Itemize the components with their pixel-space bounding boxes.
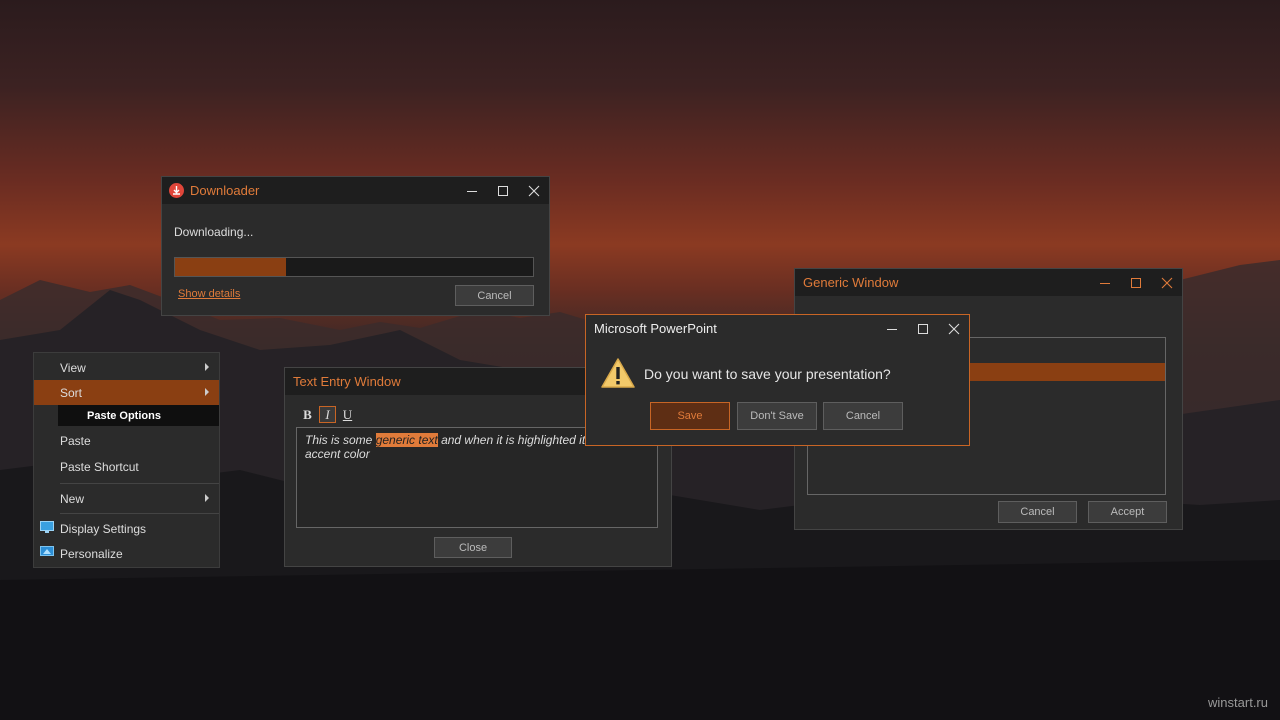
powerpoint-title: Microsoft PowerPoint (594, 321, 717, 336)
close-icon (528, 185, 539, 196)
maximize-icon (1130, 277, 1141, 288)
accept-button[interactable]: Accept (1088, 501, 1167, 523)
menu-item-paste-shortcut[interactable]: Paste Shortcut (34, 453, 219, 481)
close-icon (1161, 277, 1172, 288)
chevron-right-icon (205, 494, 209, 502)
downloader-titlebar[interactable]: Downloader (162, 177, 549, 204)
generic-window-titlebar[interactable]: Generic Window (795, 269, 1182, 296)
underline-button[interactable]: U (339, 406, 356, 423)
save-question-text: Do you want to save your presentation? (644, 366, 891, 382)
menu-item-personalize[interactable]: Personalize (34, 541, 219, 566)
close-icon (948, 323, 959, 334)
save-button[interactable]: Save (650, 402, 730, 430)
generic-cancel-button[interactable]: Cancel (998, 501, 1077, 523)
personalize-icon (40, 546, 54, 556)
show-details-link[interactable]: Show details (178, 288, 240, 300)
dont-save-button[interactable]: Don't Save (737, 402, 817, 430)
menu-item-view[interactable]: View (34, 355, 219, 380)
display-settings-icon (40, 521, 54, 533)
menu-item-paste-label: Paste (60, 433, 91, 448)
watermark: winstart.ru (1208, 695, 1268, 710)
formatting-toolbar: B I U (299, 406, 356, 423)
menu-item-sort[interactable]: Sort (34, 380, 219, 405)
italic-button[interactable]: I (319, 406, 336, 423)
menu-item-new-label: New (60, 491, 85, 506)
download-icon (169, 183, 184, 198)
menu-item-display-settings-label: Display Settings (60, 521, 147, 536)
chevron-right-icon (205, 388, 209, 396)
highlighted-text: generic text (375, 433, 438, 447)
menu-item-personalize-label: Personalize (60, 546, 123, 561)
bold-button[interactable]: B (299, 406, 316, 423)
minimize-button[interactable] (876, 315, 907, 342)
text-entry-title: Text Entry Window (293, 374, 401, 389)
minimize-icon (886, 328, 897, 330)
maximize-button[interactable] (1120, 269, 1151, 296)
generic-window-title: Generic Window (803, 275, 899, 290)
downloader-window: Downloader Downloading... Show details C… (161, 176, 550, 316)
menu-item-new[interactable]: New (34, 486, 219, 511)
maximize-button[interactable] (487, 177, 518, 204)
download-progress-bar (174, 257, 534, 277)
close-button[interactable] (1151, 269, 1182, 296)
cancel-button[interactable]: Cancel (823, 402, 903, 430)
close-button[interactable] (518, 177, 549, 204)
cancel-download-button[interactable]: Cancel (455, 285, 534, 306)
minimize-button[interactable] (1089, 269, 1120, 296)
downloader-title: Downloader (190, 183, 260, 198)
menu-item-paste[interactable]: Paste (34, 428, 219, 453)
download-progress-fill (175, 258, 286, 276)
menu-separator (60, 513, 219, 514)
close-text-entry-button[interactable]: Close (434, 537, 512, 558)
menu-item-paste-shortcut-label: Paste Shortcut (60, 460, 139, 474)
paste-options-header: Paste Options (58, 405, 219, 426)
minimize-icon (466, 190, 477, 192)
minimize-button[interactable] (456, 177, 487, 204)
text-before: This is some (305, 433, 376, 447)
maximize-icon (917, 323, 928, 334)
menu-item-sort-label: Sort (60, 385, 83, 400)
maximize-button[interactable] (907, 315, 938, 342)
paste-options-label: Paste Options (87, 409, 161, 422)
menu-item-display-settings[interactable]: Display Settings (34, 516, 219, 541)
powerpoint-save-dialog: Microsoft PowerPoint Do you want to save… (585, 314, 970, 446)
warning-icon (601, 358, 635, 388)
desktop-context-menu: View Sort Paste Options Paste Paste Shor… (33, 352, 220, 568)
menu-separator (60, 483, 219, 484)
minimize-icon (1099, 282, 1110, 284)
chevron-right-icon (205, 363, 209, 371)
close-button[interactable] (938, 315, 969, 342)
maximize-icon (497, 185, 508, 196)
powerpoint-titlebar[interactable]: Microsoft PowerPoint (586, 315, 969, 342)
menu-item-view-label: View (60, 360, 86, 375)
download-status: Downloading... (174, 225, 254, 239)
